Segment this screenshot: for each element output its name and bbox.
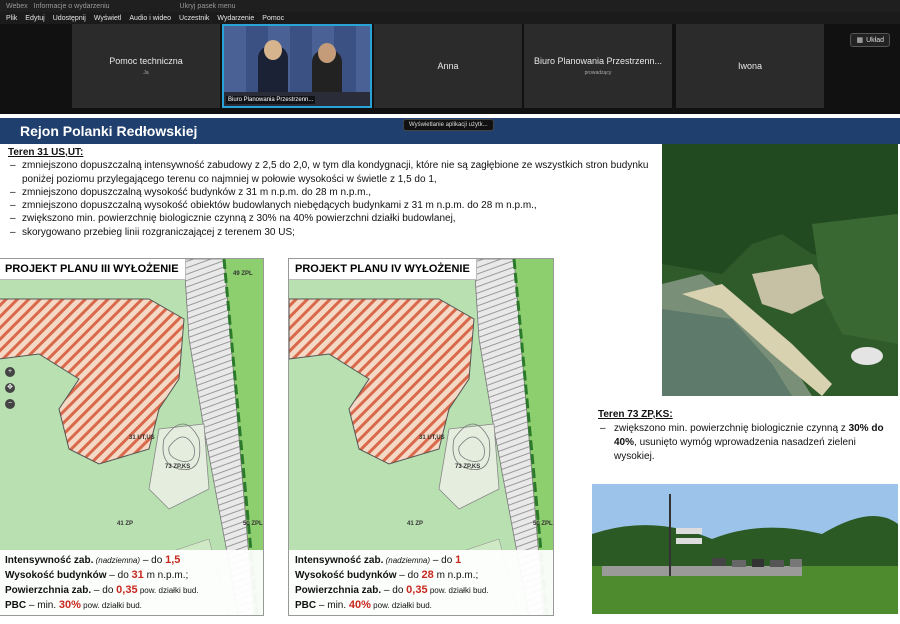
map-label: PROJEKT PLANU III WYŁOŻENIE <box>0 259 186 280</box>
participant-name: Pomoc techniczna <box>109 56 183 66</box>
menu-help[interactable]: Pomoc <box>262 15 284 22</box>
participant-role: Ja <box>143 70 149 76</box>
participant-role: prowadzący <box>584 70 612 76</box>
teren73-description: Teren 73 ZP,KS: – zwiększono min. powier… <box>598 408 898 464</box>
parking-photo <box>592 484 898 614</box>
participant-name: Biuro Planowania Przestrzenn... <box>226 96 316 104</box>
participant-tile[interactable]: Pomoc techniczna Ja <box>72 24 220 108</box>
menu-participant[interactable]: Uczestnik <box>179 15 209 22</box>
share-tooltip: Wyświetlanie aplikacji użytk... <box>403 119 494 131</box>
participant-name: Iwona <box>737 61 763 71</box>
window-titlebar: Webex Informacje o wydarzeniu Ukryj pase… <box>0 0 900 12</box>
participants-stage: Pomoc techniczna Ja Biuro Planowania Prz… <box>0 24 900 114</box>
zone-tag: 41 ZP <box>117 521 134 527</box>
participant-tile[interactable]: Iwona <box>676 24 824 108</box>
list-item: skorygowano przebieg linii rozgraniczają… <box>8 226 658 240</box>
hide-menu-bar[interactable]: Ukryj pasek menu <box>180 3 236 10</box>
grid-icon: ▦ <box>856 37 864 44</box>
participant-name: Biuro Planowania Przestrzenn... <box>533 56 663 66</box>
participant-name: Anna <box>437 61 459 71</box>
teren31-description: Teren 31 US,UT: zmniejszono dopuszczalną… <box>8 146 658 239</box>
zone-tag: 50 ZPL <box>243 521 263 527</box>
layout-button[interactable]: ▦ Układ <box>850 33 890 47</box>
slide-title: Rejon Polanki Redłowskiej <box>20 123 198 139</box>
menu-event[interactable]: Wydarzenie <box>217 15 254 22</box>
aerial-photo <box>662 144 898 396</box>
map-parameters: Intensywność zab. (nadziemna) – do 1,5 W… <box>0 550 263 615</box>
zone-tag: 73 ZP,KS <box>165 464 191 470</box>
zone-tag: 41 ZP <box>407 521 424 527</box>
plan-map-iii: PROJEKT PLANU III WYŁOŻENIE 49 ZPL 31 UT… <box>0 258 264 616</box>
map-zoom-controls: + ✥ − <box>5 367 17 409</box>
list-item: zmniejszono dopuszczalną intensywność za… <box>8 159 658 186</box>
list-item: zwiększono min. powierzchnię biologiczni… <box>8 212 658 226</box>
zone-tag: 31 UT,US <box>129 435 155 441</box>
zone-tag: 49 ZPL <box>233 271 253 277</box>
zoom-in-icon[interactable]: + <box>5 367 15 377</box>
menu-share[interactable]: Udostępnij <box>53 15 86 22</box>
app-name: Webex <box>6 2 28 10</box>
list-item: zmniejszono dopuszczalną wysokość obiekt… <box>8 199 658 213</box>
plan-map-iv: PROJEKT PLANU IV WYŁOŻENIE 31 UT,US 73 Z… <box>288 258 554 616</box>
menu-view[interactable]: Wyświetl <box>94 15 122 22</box>
participant-tile[interactable]: Anna <box>374 24 522 108</box>
zone-tag: 31 UT,US <box>419 435 445 441</box>
participant-tile[interactable]: Biuro Planowania Przestrzenn... prowadzą… <box>524 24 672 108</box>
teren73-heading: Teren 73 ZP,KS: <box>598 409 673 420</box>
menu-edit[interactable]: Edytuj <box>25 15 44 22</box>
active-speaker-tile[interactable]: Biuro Planowania Przestrzenn... <box>222 24 372 108</box>
list-item: zmniejszono dopuszczalną wysokość budynk… <box>8 186 658 200</box>
event-info-link[interactable]: Informacje o wydarzeniu <box>34 3 110 10</box>
map-label: PROJEKT PLANU IV WYŁOŻENIE <box>289 259 477 280</box>
teren31-heading: Teren 31 US,UT: <box>8 147 84 158</box>
zone-tag: 73 ZP,KS <box>455 464 481 470</box>
list-item: – zwiększono min. powierzchnię biologicz… <box>600 423 884 462</box>
zoom-out-icon[interactable]: − <box>5 399 15 409</box>
map-parameters: Intensywność zab. (nadziemna) – do 1 Wys… <box>289 550 553 615</box>
menu-audio-video[interactable]: Audio i wideo <box>129 15 171 22</box>
pan-icon[interactable]: ✥ <box>5 383 15 393</box>
shared-slide: Rejon Polanki Redłowskiej Teren 31 US,UT… <box>0 114 900 624</box>
menu-bar: Plik Edytuj Udostępnij Wyświetl Audio i … <box>0 12 900 24</box>
menu-file[interactable]: Plik <box>6 15 17 22</box>
zone-tag: 50 ZPL <box>533 521 553 527</box>
